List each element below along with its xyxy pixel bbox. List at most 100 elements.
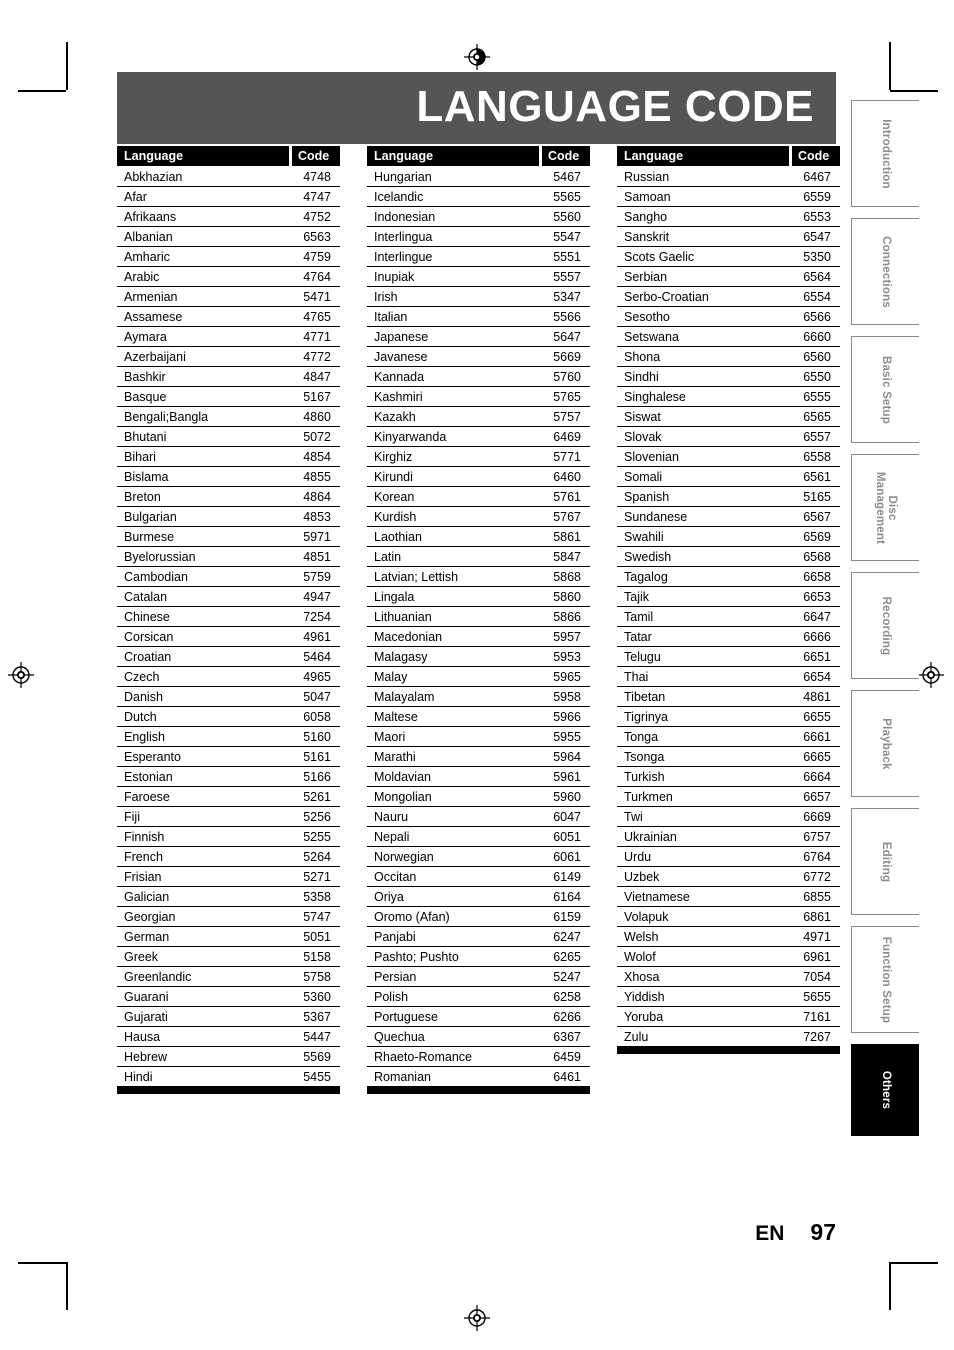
- language-code-value: 6861: [803, 909, 831, 924]
- sidebar-tab-function-setup[interactable]: Function Setup: [851, 926, 919, 1033]
- language-code-value: 5165: [803, 489, 831, 504]
- language-code-value: 4747: [303, 189, 331, 204]
- table-row: Malagasy 5953: [367, 647, 590, 667]
- language-name: Tigrinya: [624, 709, 668, 724]
- language-code-value: 5261: [303, 789, 331, 804]
- language-name: Telugu: [624, 649, 661, 664]
- table-row: Frisian 5271: [117, 867, 340, 887]
- language-code-value: 5960: [553, 789, 581, 804]
- table-row: Javanese 5669: [367, 347, 590, 367]
- language-code-value: 5255: [303, 829, 331, 844]
- sidebar-tab-playback[interactable]: Playback: [851, 690, 919, 797]
- language-code-value: 6661: [803, 729, 831, 744]
- language-code-value: 6566: [803, 309, 831, 324]
- language-code-value: 7267: [803, 1029, 831, 1044]
- sidebar-tab-introduction[interactable]: Introduction: [851, 100, 919, 207]
- sidebar-tab-disc-management[interactable]: Disc Management: [851, 454, 919, 561]
- crop-mark-bottom-left: [66, 1262, 68, 1310]
- language-code-value: 5647: [553, 329, 581, 344]
- language-code-value: 6460: [553, 469, 581, 484]
- table-row: Maltese 5966: [367, 707, 590, 727]
- language-name: Vietnamese: [624, 889, 690, 904]
- table-header-language: Language: [617, 146, 789, 166]
- language-name: Chinese: [124, 609, 170, 624]
- table-row: Nauru 6047: [367, 807, 590, 827]
- language-name: Kashmiri: [374, 389, 423, 404]
- table-row: Azerbaijani 4772: [117, 347, 340, 367]
- language-code-value: 5350: [803, 249, 831, 264]
- page-footer: EN 97: [755, 1219, 836, 1246]
- language-name: Hebrew: [124, 1049, 168, 1064]
- table-bottom-rule: [367, 1087, 590, 1094]
- registration-mark-bottom: [464, 1305, 490, 1331]
- language-name: Rhaeto-Romance: [374, 1049, 472, 1064]
- language-code-value: 6247: [553, 929, 581, 944]
- table-row: Afar 4747: [117, 187, 340, 207]
- table-header-row: Language Code: [117, 146, 340, 166]
- language-name: Guarani: [124, 989, 169, 1004]
- language-code-value: 6467: [803, 169, 831, 184]
- table-row: Faroese 5261: [117, 787, 340, 807]
- table-row: Corsican 4961: [117, 627, 340, 647]
- language-name: Ukrainian: [624, 829, 677, 844]
- table-row: Marathi 5964: [367, 747, 590, 767]
- sidebar-tab-recording[interactable]: Recording: [851, 572, 919, 679]
- table-row: Wolof 6961: [617, 947, 840, 967]
- language-code-value: 6164: [553, 889, 581, 904]
- language-name: Croatian: [124, 649, 172, 664]
- table-row: Abkhazian 4748: [117, 167, 340, 187]
- table-row: Somali 6561: [617, 467, 840, 487]
- table-row: Korean 5761: [367, 487, 590, 507]
- table-row: Tibetan 4861: [617, 687, 840, 707]
- table-row: Interlingue 5551: [367, 247, 590, 267]
- language-code-value: 5771: [553, 449, 581, 464]
- table-row: Uzbek 6772: [617, 867, 840, 887]
- language-code-value: 5971: [303, 529, 331, 544]
- language-code-value: 5161: [303, 749, 331, 764]
- language-code-value: 6058: [303, 709, 331, 724]
- language-code-value: 5957: [553, 629, 581, 644]
- table-row: Interlingua 5547: [367, 227, 590, 247]
- language-name: Hungarian: [374, 169, 432, 184]
- language-name: Hindi: [124, 1069, 153, 1084]
- language-name: Tatar: [624, 629, 652, 644]
- language-code-value: 5160: [303, 729, 331, 744]
- language-code-value: 6051: [553, 829, 581, 844]
- table-header-language: Language: [367, 146, 539, 166]
- language-name: Persian: [374, 969, 417, 984]
- language-name: Siswat: [624, 409, 661, 424]
- language-code-value: 4860: [303, 409, 331, 424]
- sidebar-tab-editing[interactable]: Editing: [851, 808, 919, 915]
- language-code-value: 6555: [803, 389, 831, 404]
- language-code-value: 6565: [803, 409, 831, 424]
- language-name: Frisian: [124, 869, 162, 884]
- language-code-value: 5669: [553, 349, 581, 364]
- table-row: Kurdish 5767: [367, 507, 590, 527]
- sidebar-tab-others[interactable]: Others: [851, 1044, 919, 1136]
- language-name: Urdu: [624, 849, 652, 864]
- table-row: Breton 4864: [117, 487, 340, 507]
- table-row: Telugu 6651: [617, 647, 840, 667]
- language-code-value: 4847: [303, 369, 331, 384]
- language-code-value: 5447: [303, 1029, 331, 1044]
- language-name: Oriya: [374, 889, 404, 904]
- table-row: Slovak 6557: [617, 427, 840, 447]
- language-name: Gujarati: [124, 1009, 168, 1024]
- language-name: Welsh: [624, 929, 659, 944]
- table-header-code: Code: [542, 146, 590, 166]
- language-name: Amharic: [124, 249, 170, 264]
- table-row: Kashmiri 5765: [367, 387, 590, 407]
- language-name: Wolof: [624, 949, 656, 964]
- language-name: Interlingue: [374, 249, 433, 264]
- sidebar-tab-basic-setup[interactable]: Basic Setup: [851, 336, 919, 443]
- table-row: Aymara 4771: [117, 327, 340, 347]
- language-code-value: 6557: [803, 429, 831, 444]
- language-code-value: 6149: [553, 869, 581, 884]
- language-code-value: 5072: [303, 429, 331, 444]
- language-code-value: 6665: [803, 749, 831, 764]
- language-name: Aymara: [124, 329, 167, 344]
- sidebar-tab-connections[interactable]: Connections: [851, 218, 919, 325]
- language-name: Inupiak: [374, 269, 415, 284]
- registration-mark-left: [8, 662, 34, 688]
- language-name: Portuguese: [374, 1009, 438, 1024]
